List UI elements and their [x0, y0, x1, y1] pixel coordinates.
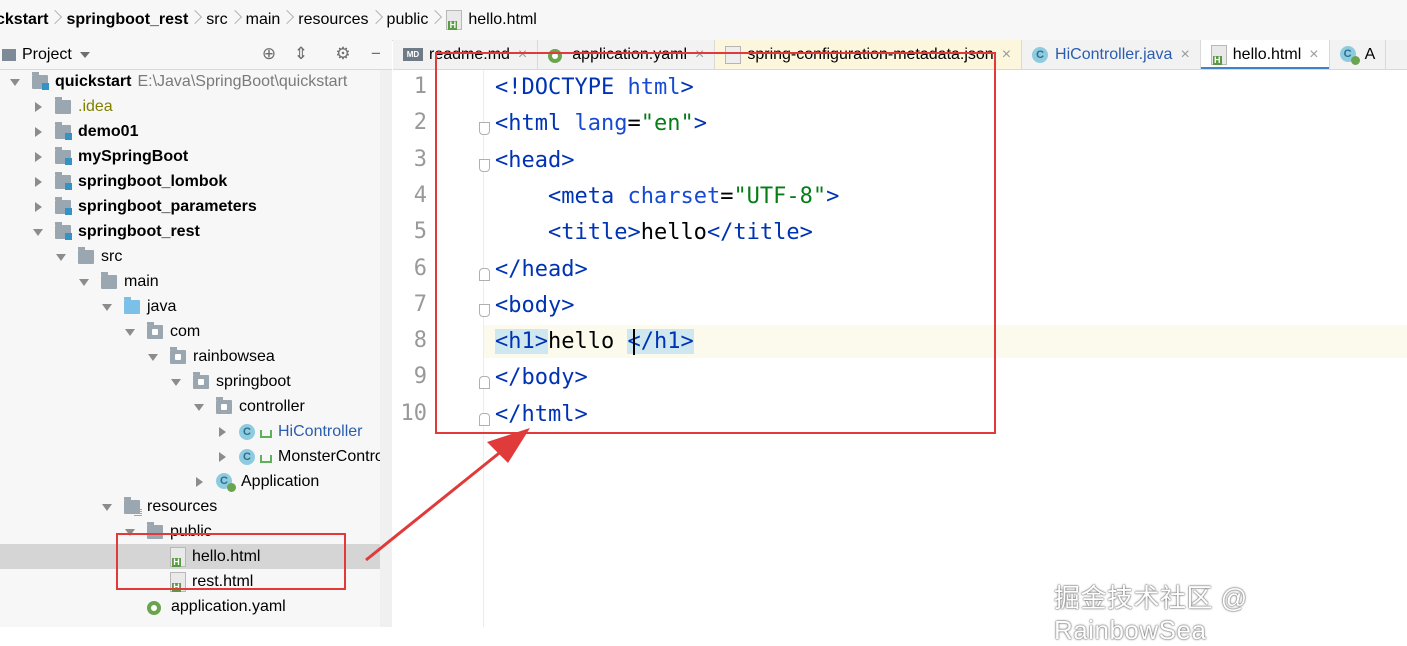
watermark: 掘金技术社区 @ RainbowSea [1054, 583, 1248, 645]
annotation-arrow [365, 428, 530, 562]
